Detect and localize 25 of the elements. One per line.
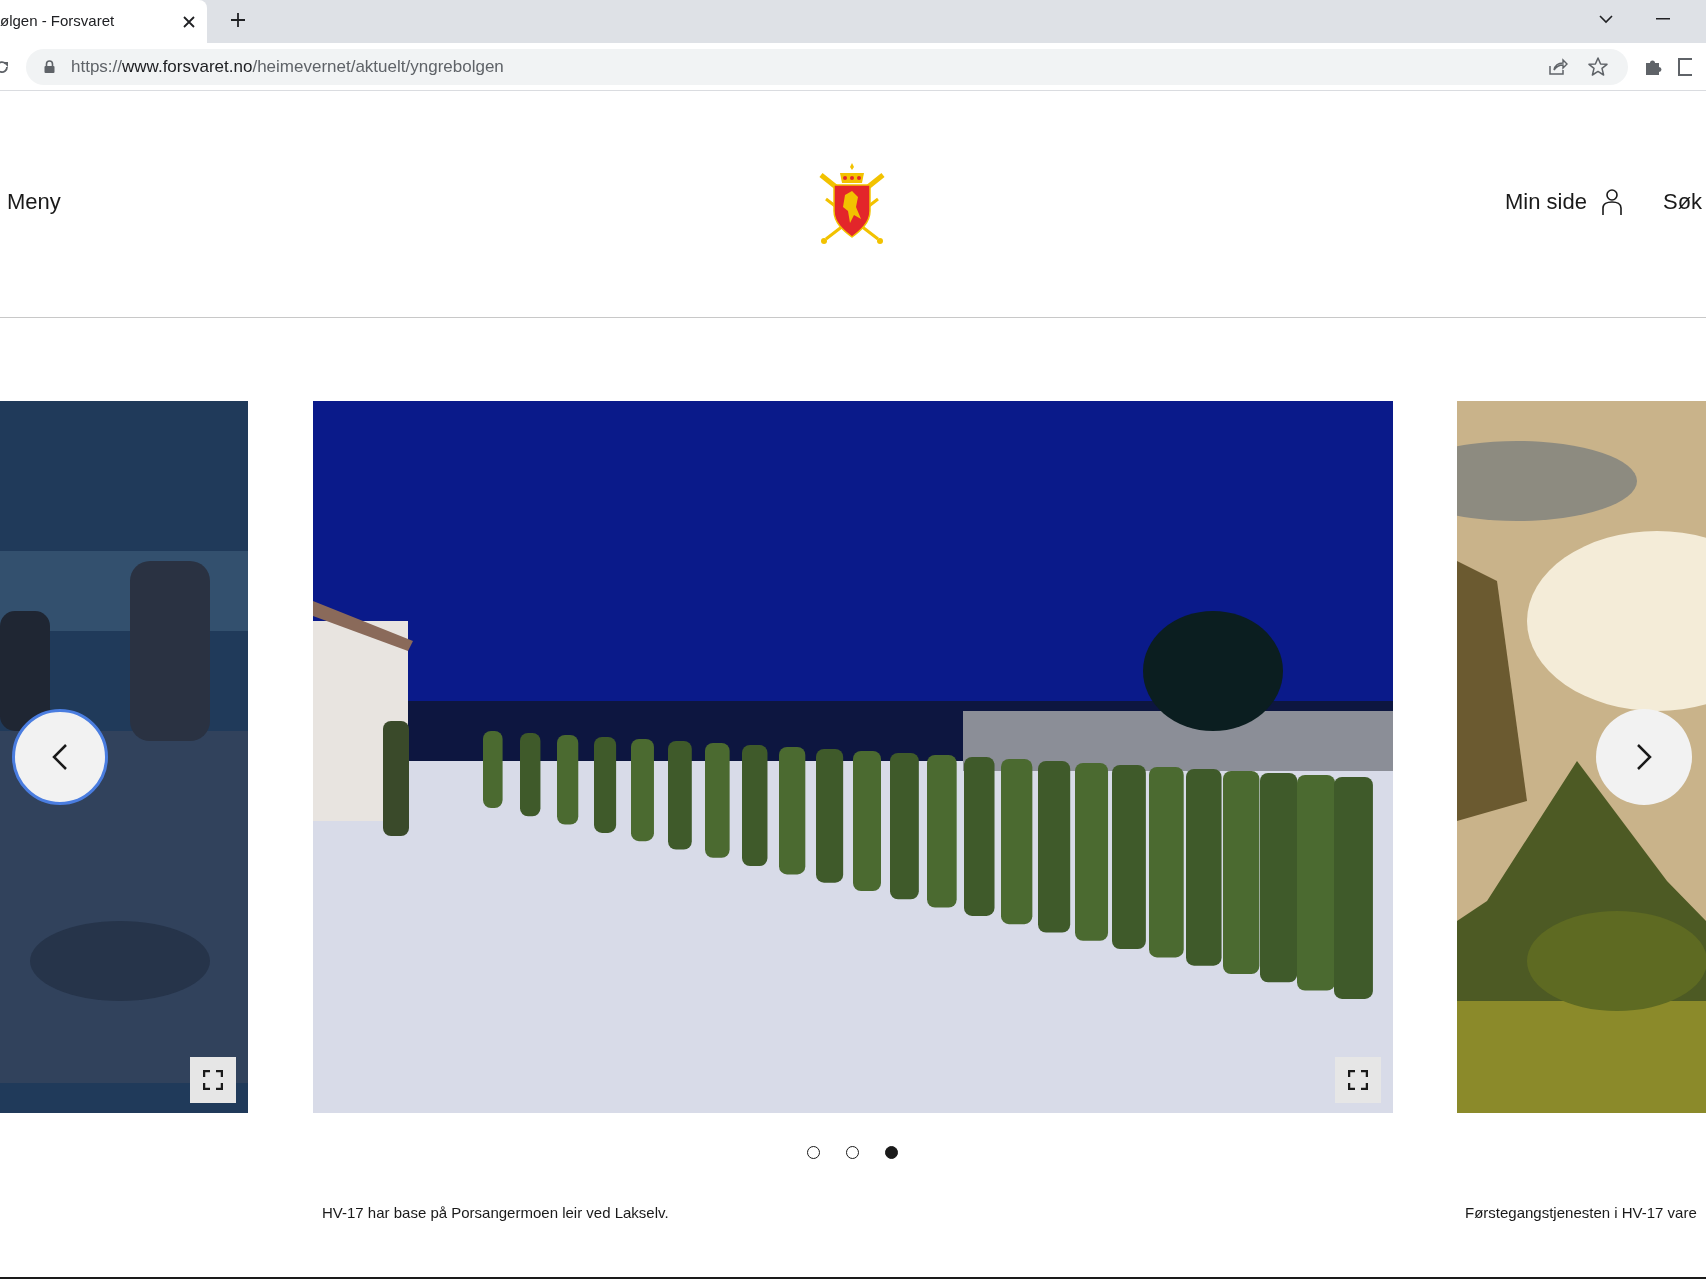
my-page-button[interactable]: Min side	[1505, 185, 1623, 218]
chevron-down-icon[interactable]	[1598, 13, 1614, 25]
close-icon[interactable]	[183, 15, 195, 28]
sidebar-icon[interactable]	[1678, 57, 1692, 76]
fullscreen-button[interactable]	[190, 1057, 236, 1103]
new-tab-icon[interactable]	[230, 12, 246, 28]
fullscreen-button[interactable]	[1335, 1057, 1381, 1103]
star-icon[interactable]	[1588, 57, 1608, 76]
lock-icon	[44, 60, 55, 73]
user-icon	[1600, 187, 1623, 216]
browser-tab[interactable]: ølgen - Forsvaret	[0, 0, 207, 43]
search-button[interactable]: Søk	[1663, 185, 1703, 218]
image-caption: Førstegangstjenesten i HV-17 vare	[1465, 1203, 1697, 1223]
chevron-left-icon	[52, 743, 68, 771]
tab-title: ølgen - Forsvaret	[0, 11, 115, 32]
url-text: https://www.forsvaret.no/heimevernet/aktuelt/yngrebolgen	[71, 55, 504, 78]
share-icon[interactable]	[1548, 57, 1568, 76]
address-bar[interactable]: https://www.forsvaret.no/heimevernet/aktuelt/yngrebolgen	[26, 48, 1628, 85]
expand-icon	[1348, 1070, 1368, 1090]
image-caption: HV-17 har base på Porsangermoen leir ved Lakselv.	[322, 1203, 669, 1223]
coat-of-arms-logo[interactable]	[818, 163, 886, 245]
expand-icon	[203, 1070, 223, 1090]
menu-button[interactable]: Meny	[7, 185, 61, 218]
minimize-icon[interactable]	[1656, 18, 1670, 20]
chevron-right-icon	[1636, 743, 1652, 771]
